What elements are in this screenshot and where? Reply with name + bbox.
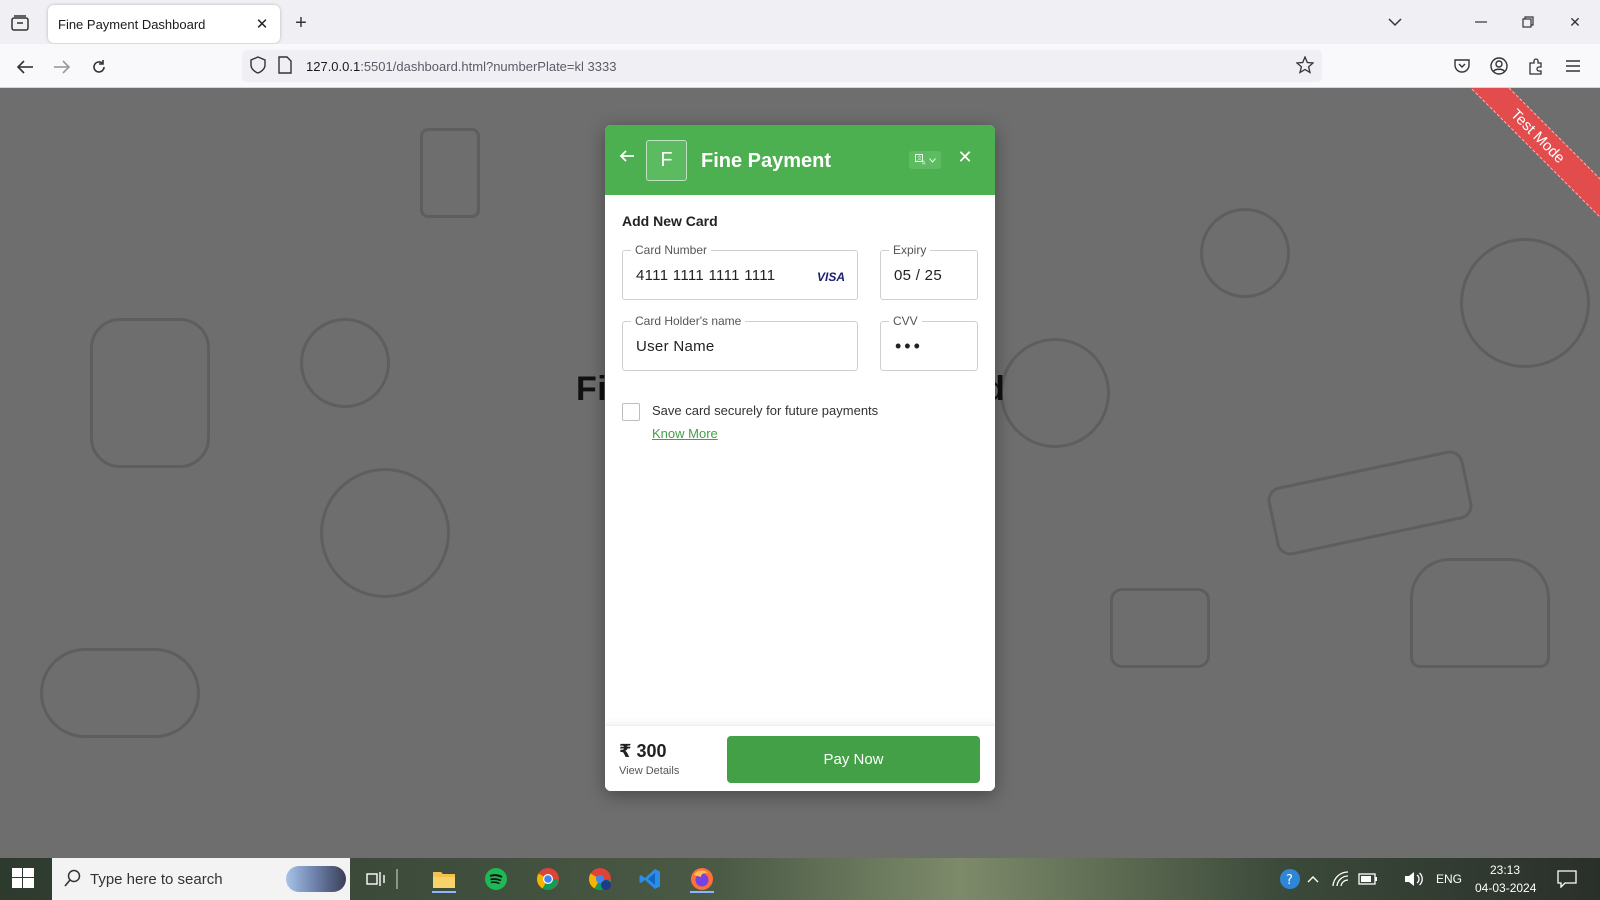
- battery-icon[interactable]: [1356, 865, 1380, 893]
- cvv-field[interactable]: CVV •••: [880, 314, 978, 371]
- tracking-protection-icon[interactable]: [250, 56, 266, 79]
- language-indicator[interactable]: ENG: [1436, 872, 1462, 886]
- cvv-value: •••: [895, 336, 923, 356]
- section-title: Add New Card: [622, 213, 718, 229]
- browser-tab[interactable]: Fine Payment Dashboard ✕: [48, 5, 280, 43]
- active-app-indicator: [432, 891, 456, 893]
- expiry-value: 05 / 25: [894, 267, 942, 284]
- windows-start-icon[interactable]: [12, 868, 36, 890]
- new-tab-icon[interactable]: +: [290, 12, 312, 34]
- chrome-icon[interactable]: [534, 865, 562, 893]
- search-placeholder: Type here to search: [90, 871, 223, 888]
- windows-taskbar: Type here to search ? ENG 23:13 04-03-20…: [0, 858, 1600, 900]
- notifications-icon[interactable]: [1553, 865, 1581, 893]
- help-icon[interactable]: ?: [1276, 865, 1304, 893]
- doodle-camera: [1110, 588, 1210, 668]
- active-app-indicator: [690, 891, 714, 893]
- doodle-avatar: [1460, 238, 1590, 368]
- modal-header: F Fine Payment 文A ✕: [605, 125, 995, 195]
- card-holder-name-field[interactable]: Card Holder's name User Name: [622, 314, 858, 371]
- svg-text:?: ?: [1286, 873, 1293, 888]
- language-selector[interactable]: 文A: [909, 151, 941, 169]
- test-mode-ribbon: Test Mode: [1460, 88, 1600, 228]
- window-close-icon[interactable]: ✕: [1563, 10, 1587, 34]
- forward-icon[interactable]: [49, 54, 75, 80]
- merchant-name: Fine Payment: [701, 150, 832, 172]
- card-number-value: 4111 1111 1111 1111: [636, 267, 776, 284]
- vscode-icon[interactable]: [636, 865, 664, 893]
- url-path: :5501/dashboard.html?numberPlate=kl 3333: [360, 59, 617, 74]
- tab-title: Fine Payment Dashboard: [58, 17, 206, 32]
- spotify-icon[interactable]: [482, 865, 510, 893]
- doodle-glasses: [300, 318, 390, 408]
- card-holder-name-value: User Name: [636, 338, 715, 355]
- minimize-icon[interactable]: [1469, 10, 1493, 34]
- pocket-icon[interactable]: [1450, 54, 1474, 78]
- firefox-icon[interactable]: [688, 865, 716, 893]
- search-highlight-image: [286, 866, 346, 892]
- browser-tab-bar: Fine Payment Dashboard ✕ + ✕: [0, 0, 1600, 44]
- page-background: Fird Test Mode F Fine Payment 文A ✕ Add N…: [0, 88, 1600, 858]
- save-card-checkbox[interactable]: [622, 403, 640, 421]
- doodle-backpack: [90, 318, 210, 468]
- clock-date[interactable]: 04-03-2024: [1475, 881, 1536, 895]
- payment-modal: F Fine Payment 文A ✕ Add New Card Card Nu…: [605, 125, 995, 791]
- clock-time[interactable]: 23:13: [1490, 863, 1520, 877]
- back-arrow-icon[interactable]: [619, 149, 639, 169]
- translate-icon: 文A: [914, 153, 927, 167]
- network-icon[interactable]: [1330, 865, 1352, 893]
- tab-list-icon[interactable]: [8, 12, 32, 34]
- browser-nav-bar: 127.0.0.1:5501/dashboard.html?numberPlat…: [0, 44, 1600, 88]
- visa-logo-icon: VISA: [816, 270, 845, 284]
- url-text: 127.0.0.1:5501/dashboard.html?numberPlat…: [306, 59, 616, 74]
- card-number-label: Card Number: [631, 243, 712, 257]
- expiry-label: Expiry: [889, 243, 931, 257]
- task-view-icon[interactable]: [362, 865, 390, 893]
- doodle-phone: [420, 128, 480, 218]
- page-info-icon[interactable]: [278, 56, 292, 79]
- amount-value: ₹ 300: [619, 741, 667, 761]
- know-more-link[interactable]: Know More: [652, 426, 718, 441]
- expiry-field[interactable]: Expiry 05 / 25: [880, 243, 978, 300]
- card-holder-name-label: Card Holder's name: [631, 314, 746, 328]
- view-details-link[interactable]: View Details: [619, 765, 679, 777]
- doodle-cloud: [40, 648, 200, 738]
- url-host: 127.0.0.1: [306, 59, 361, 74]
- search-icon: [64, 869, 82, 892]
- cvv-label: CVV: [889, 314, 922, 328]
- modal-close-icon[interactable]: ✕: [955, 147, 975, 167]
- modal-footer: ₹ 300 View Details Pay Now: [605, 725, 995, 791]
- doodle-burger: [1410, 558, 1550, 668]
- chevron-down-icon: [928, 155, 936, 165]
- back-icon[interactable]: [12, 54, 38, 80]
- doodle-card: [1264, 447, 1476, 559]
- volume-icon[interactable]: [1402, 865, 1426, 893]
- tab-close-icon[interactable]: ✕: [252, 14, 272, 34]
- file-explorer-icon[interactable]: [430, 865, 458, 893]
- reload-icon[interactable]: [86, 54, 112, 80]
- doodle-face: [320, 468, 450, 598]
- page-heading-left: Fi: [576, 370, 608, 408]
- doodle-ball: [1200, 208, 1290, 298]
- address-bar[interactable]: 127.0.0.1:5501/dashboard.html?numberPlat…: [242, 50, 1322, 82]
- extensions-icon[interactable]: [1524, 54, 1548, 78]
- chrome-profile-icon[interactable]: [586, 865, 614, 893]
- save-card-label: Save card securely for future payments: [652, 403, 879, 418]
- restore-icon[interactable]: [1516, 10, 1540, 34]
- list-all-tabs-icon[interactable]: [1383, 10, 1407, 34]
- pay-now-button[interactable]: Pay Now: [727, 736, 980, 783]
- svg-text:A: A: [922, 160, 926, 165]
- merchant-logo: F: [646, 140, 687, 181]
- menu-icon[interactable]: [1561, 54, 1585, 78]
- taskbar-divider: [394, 865, 400, 893]
- account-icon[interactable]: [1487, 54, 1511, 78]
- bookmark-star-icon[interactable]: [1295, 55, 1315, 79]
- card-number-field[interactable]: Card Number 4111 1111 1111 1111 VISA: [622, 243, 858, 300]
- tray-chevron-up-icon[interactable]: [1303, 865, 1323, 893]
- test-mode-label: Test Mode: [1460, 88, 1600, 224]
- taskbar-search-box[interactable]: Type here to search: [52, 858, 350, 900]
